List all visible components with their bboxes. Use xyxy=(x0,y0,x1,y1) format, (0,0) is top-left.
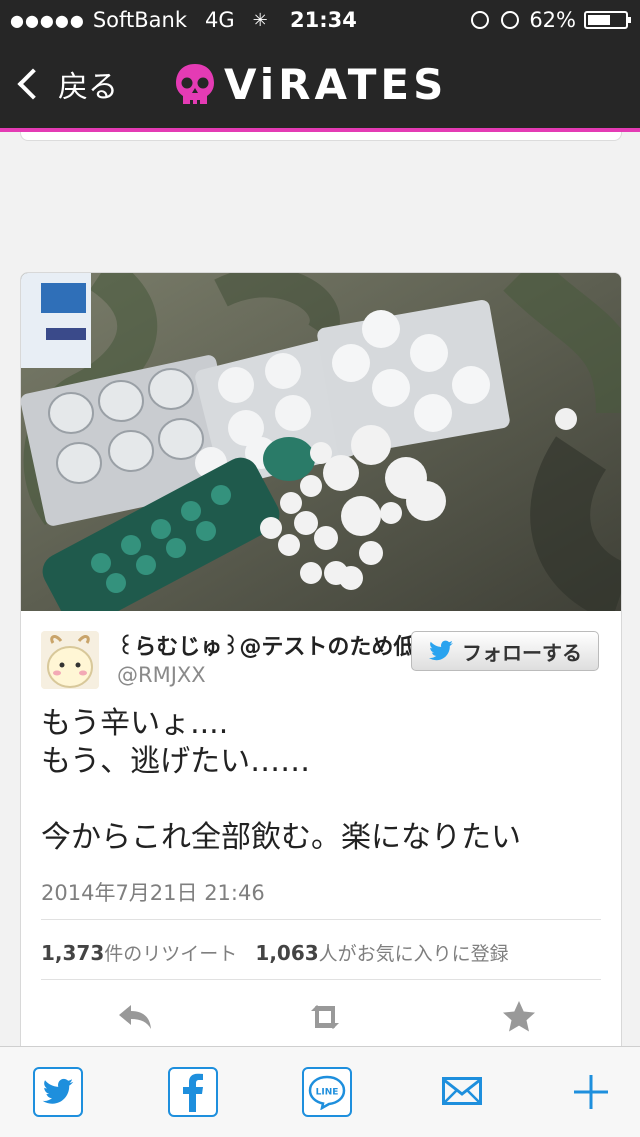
status-right: 62% xyxy=(471,8,631,32)
display-name[interactable]: ꒰らむじゅ꒱@テストのため低浮上 xyxy=(117,629,457,661)
logo-text: ViRATES xyxy=(224,60,448,109)
tweet-text-line: もう、逃げたい…… xyxy=(41,744,311,779)
battery-fill xyxy=(588,15,610,25)
rotation-lock-icon xyxy=(471,11,490,29)
carrier-name: SoftBank xyxy=(92,8,187,32)
activity-spinner-icon: ✳ xyxy=(252,9,268,31)
follow-button[interactable]: フォローする xyxy=(411,631,599,671)
line-bubble-icon: LINE xyxy=(308,1075,346,1110)
share-mail-button[interactable] xyxy=(442,1077,482,1109)
status-left: ●●●●● SoftBank 4G ✳ xyxy=(10,8,278,32)
follow-label: フォローする xyxy=(462,640,582,665)
signal-strength-icon: ●●●●● xyxy=(10,10,85,30)
retweet-label: 件のリツイート xyxy=(104,943,238,965)
tweet-text: もう辛いょ.... もう、逃げたい…… 今からこれ全部飲む。楽になりたい xyxy=(41,705,611,857)
username[interactable]: @RMJXX xyxy=(117,663,206,687)
avatar-character-icon xyxy=(41,631,99,689)
facebook-f-icon xyxy=(183,1073,203,1112)
mail-icon xyxy=(442,1077,482,1105)
favorite-label: 人がお気に入りに登録 xyxy=(318,943,509,965)
tweet-photo[interactable] xyxy=(21,273,621,611)
star-icon[interactable] xyxy=(499,997,539,1037)
status-time: 21:34 xyxy=(290,8,357,32)
facebook-icon xyxy=(168,1067,218,1117)
divider xyxy=(41,979,601,980)
line-label: LINE xyxy=(316,1088,339,1098)
more-share-button[interactable] xyxy=(572,1073,610,1115)
navigation-bar: 戻る ViRATES xyxy=(0,40,640,132)
favorite-count[interactable]: 1,063 xyxy=(255,941,318,965)
tweet-stats: 1,373件のリツイート 1,063人がお気に入りに登録 xyxy=(41,939,509,966)
share-twitter-button[interactable] xyxy=(33,1067,83,1117)
avatar[interactable] xyxy=(41,631,99,689)
tweet-text-line: 今からこれ全部飲む。楽になりたい xyxy=(41,820,521,855)
divider xyxy=(41,919,601,920)
retweet-count[interactable]: 1,373 xyxy=(41,941,104,965)
previous-card xyxy=(20,132,622,141)
tweet-text-line xyxy=(41,781,611,819)
back-button[interactable]: 戻る xyxy=(14,62,118,106)
tweet-actions xyxy=(21,997,621,1041)
share-line-button[interactable]: LINE xyxy=(302,1067,352,1117)
pills-photo-image xyxy=(21,273,621,611)
reply-icon[interactable] xyxy=(115,997,155,1037)
share-facebook-button[interactable] xyxy=(168,1067,218,1117)
back-label: 戻る xyxy=(58,70,118,105)
skull-icon xyxy=(176,63,214,104)
tweet-timestamp[interactable]: 2014年7月21日 21:46 xyxy=(41,877,265,907)
battery-icon xyxy=(584,11,631,29)
embedded-tweet-card: ꒰らむじゅ꒱@テストのため低浮上 @RMJXX フォローする もう辛いょ....… xyxy=(20,272,622,1074)
plus-icon xyxy=(574,1075,608,1109)
twitter-bird-icon xyxy=(429,640,453,661)
alarm-icon xyxy=(501,11,520,29)
line-icon: LINE xyxy=(302,1067,352,1117)
battery-percent: 62% xyxy=(529,8,576,32)
network-type: 4G xyxy=(205,8,235,32)
status-bar: ●●●●● SoftBank 4G ✳ 21:34 62% xyxy=(0,0,640,40)
chevron-left-icon xyxy=(17,68,49,100)
twitter-icon xyxy=(33,1067,83,1117)
share-bar: LINE xyxy=(0,1046,640,1137)
retweet-icon[interactable] xyxy=(305,997,345,1037)
app-logo: ViRATES xyxy=(174,60,447,109)
tweet-text-line: もう辛いょ.... xyxy=(41,706,229,741)
battery-tip xyxy=(628,17,631,23)
twitter-bird-icon xyxy=(42,1078,74,1104)
